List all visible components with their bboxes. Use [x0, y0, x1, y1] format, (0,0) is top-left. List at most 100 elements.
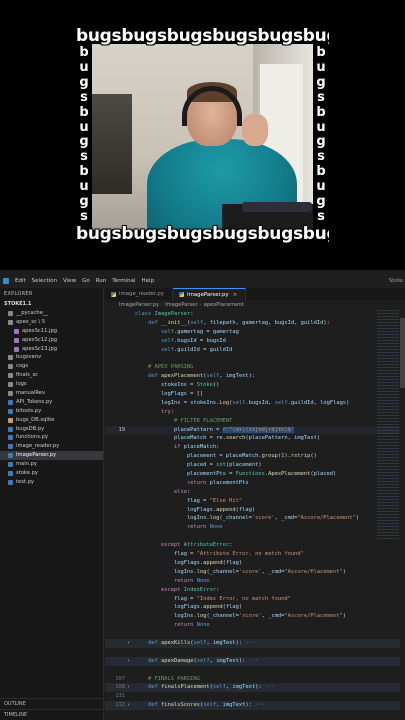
code-line[interactable]: logFlags.append(flag): [105, 603, 405, 612]
fold-chevron-icon[interactable]: ›: [127, 683, 130, 692]
code-line[interactable]: else:: [105, 488, 405, 497]
code-line[interactable]: def apexPlacement(self, imgText):: [105, 372, 405, 381]
file-tree-item[interactable]: apexSc11.jpg: [0, 327, 103, 336]
file-tree-item[interactable]: bugsvenv: [0, 353, 103, 362]
code-line[interactable]: logFlags = []: [105, 390, 405, 399]
code-line[interactable]: [105, 630, 405, 639]
code-text: def apexKills(self, imgText): ···: [147, 639, 256, 646]
file-tree-item[interactable]: apexSc13.jpg: [0, 345, 103, 354]
code-line[interactable]: flag = "Else Hit": [105, 497, 405, 506]
minimap[interactable]: [377, 310, 399, 540]
file-tree-item[interactable]: bugs_DB.sqlite: [0, 416, 103, 425]
file-tree-item[interactable]: cogs: [0, 362, 103, 371]
menu-terminal[interactable]: Terminal: [109, 278, 138, 284]
code-text: logIns = stokeIns.Log(self.bugsId, self.…: [160, 399, 350, 406]
file-tree-item[interactable]: bugsDB.py: [0, 425, 103, 434]
code-line[interactable]: return placementPts: [105, 479, 405, 488]
explorer-root-folder[interactable]: STOKE1.1: [0, 300, 103, 309]
keyboard: [242, 202, 312, 212]
menu-help[interactable]: Help: [139, 278, 158, 284]
explorer-header: EXPLORER: [4, 291, 33, 297]
code-line[interactable]: return None: [105, 621, 405, 630]
file-tree-item[interactable]: logs: [0, 380, 103, 389]
menu-edit[interactable]: Edit: [12, 278, 29, 284]
file-tree-item[interactable]: __pycache__: [0, 309, 103, 318]
scrollbar-thumb[interactable]: [400, 318, 405, 388]
file-tree-item[interactable]: functions.py: [0, 433, 103, 442]
breadcrumb-class[interactable]: ImageParser: [165, 302, 197, 308]
code-line[interactable]: › def apexKills(self, imgText): ···: [105, 638, 405, 648]
code-line[interactable]: [105, 532, 405, 541]
code-line[interactable]: placed = int(placement): [105, 461, 405, 470]
fold-chevron-icon[interactable]: ›: [127, 701, 130, 710]
code-editor[interactable]: class ImageParser: def __init__(self, fi…: [105, 310, 405, 720]
watermark-letter: u: [79, 59, 89, 75]
code-line[interactable]: self.bugsId = bugsId: [105, 337, 405, 346]
code-line[interactable]: self.guildId = guildId: [105, 346, 405, 355]
breadcrumb-file[interactable]: ImageParser.py: [119, 302, 159, 308]
file-tree-item[interactable]: bitools.py: [0, 407, 103, 416]
code-line[interactable]: return None: [105, 577, 405, 586]
code-line[interactable]: except AttributeError:: [105, 541, 405, 550]
code-line[interactable]: class ImageParser:: [105, 310, 405, 319]
code-line[interactable]: logIns.log(_channel='score', _cmd="Ascor…: [105, 514, 405, 523]
code-line[interactable]: logIns.log(_channel='score', _cmd="Ascor…: [105, 568, 405, 577]
code-line[interactable]: def __init__(self, filepath, gamertag, b…: [105, 319, 405, 328]
python-file-icon: [111, 291, 116, 297]
file-tree-item[interactable]: apex_sc \ 5: [0, 318, 103, 327]
fold-chevron-icon[interactable]: ›: [127, 639, 130, 648]
code-line[interactable]: logFlags.append(flag): [105, 559, 405, 568]
code-line[interactable]: logFlags.append(flag): [105, 506, 405, 515]
file-tree-item[interactable]: main.py: [0, 460, 103, 469]
breadcrumb-method[interactable]: apexPlacement: [204, 302, 244, 308]
file-tree-item[interactable]: stoke.py: [0, 469, 103, 478]
fold-chevron-icon[interactable]: ›: [127, 657, 130, 666]
file-tree-item[interactable]: API_Tokens.py: [0, 398, 103, 407]
code-line[interactable]: logIns = stokeIns.Log(self.bugsId, self.…: [105, 399, 405, 408]
code-line[interactable]: self.gamertag = gamertag: [105, 328, 405, 337]
outline-section[interactable]: OUTLINE: [0, 698, 104, 708]
code-line[interactable]: 107 # FINALS PARSING: [105, 675, 405, 684]
code-line[interactable]: logIns.log(_channel='score', _cmd="Ascor…: [105, 612, 405, 621]
code-line[interactable]: [105, 648, 405, 657]
menu-view[interactable]: View: [60, 278, 79, 284]
code-text: logIns.log(_channel='score', _cmd="Ascor…: [173, 613, 347, 620]
code-line[interactable]: return None: [105, 523, 405, 532]
code-line[interactable]: [105, 354, 405, 363]
tab-imageparser[interactable]: ImageParser.py ×: [173, 288, 247, 301]
close-icon[interactable]: ×: [233, 289, 238, 301]
code-line[interactable]: 108 › def finalsPlacement(self, imgText):…: [105, 683, 405, 693]
tab-image-reader[interactable]: image_reader.py: [105, 288, 173, 300]
code-text: # FILTER PLACEMENT: [173, 417, 233, 424]
file-tree-item[interactable]: test.py: [0, 478, 103, 487]
vertical-scrollbar[interactable]: [400, 310, 405, 720]
code-line[interactable]: [105, 666, 405, 675]
command-center[interactable]: Stoke: [389, 278, 403, 284]
code-line[interactable]: placeMatch = re.search(placePattern, img…: [105, 434, 405, 443]
menu-go[interactable]: Go: [79, 278, 93, 284]
code-line[interactable]: # FILTER PLACEMENT: [105, 417, 405, 426]
code-line[interactable]: 19 placePattern = r'^(d+)(st|nd|rd|th)$': [105, 425, 405, 435]
file-tree-item[interactable]: manualRev: [0, 389, 103, 398]
code-line[interactable]: except IndexError:: [105, 586, 405, 595]
code-line[interactable]: placementPts = Functions.ApexPlacement(p…: [105, 470, 405, 479]
code-line[interactable]: # APEX PARSING: [105, 363, 405, 372]
code-line[interactable]: placement = placeMatch.group(1).rstrip(): [105, 452, 405, 461]
file-tree-item[interactable]: finals_sc: [0, 371, 103, 380]
code-line[interactable]: flag = "Attribute Error, no match found": [105, 550, 405, 559]
code-line[interactable]: › def apexDamage(self, imgText): ···: [105, 656, 405, 666]
code-text: try:: [160, 408, 174, 415]
menu-run[interactable]: Run: [93, 278, 110, 284]
file-tree-item[interactable]: apexSc12.jpg: [0, 336, 103, 345]
code-line[interactable]: 132 › def finalsScores(self, imgText): ··…: [105, 701, 405, 711]
file-tree-item[interactable]: ImageParser.py: [0, 451, 103, 461]
timeline-section[interactable]: TIMELINE: [0, 709, 104, 719]
menu-selection[interactable]: Selection: [29, 278, 60, 284]
code-line[interactable]: if placeMatch:: [105, 443, 405, 452]
code-line[interactable]: flag = "Index Error, no match found": [105, 595, 405, 604]
code-line[interactable]: try:: [105, 408, 405, 417]
code-line[interactable]: stokeIns = Stoke(): [105, 381, 405, 390]
webcam-panel: bugsbugsbugsbugsbugsbugs bugsbugsbugsbug…: [0, 0, 405, 270]
code-line[interactable]: 131: [105, 692, 405, 701]
file-tree-item[interactable]: image_reader.py: [0, 442, 103, 451]
